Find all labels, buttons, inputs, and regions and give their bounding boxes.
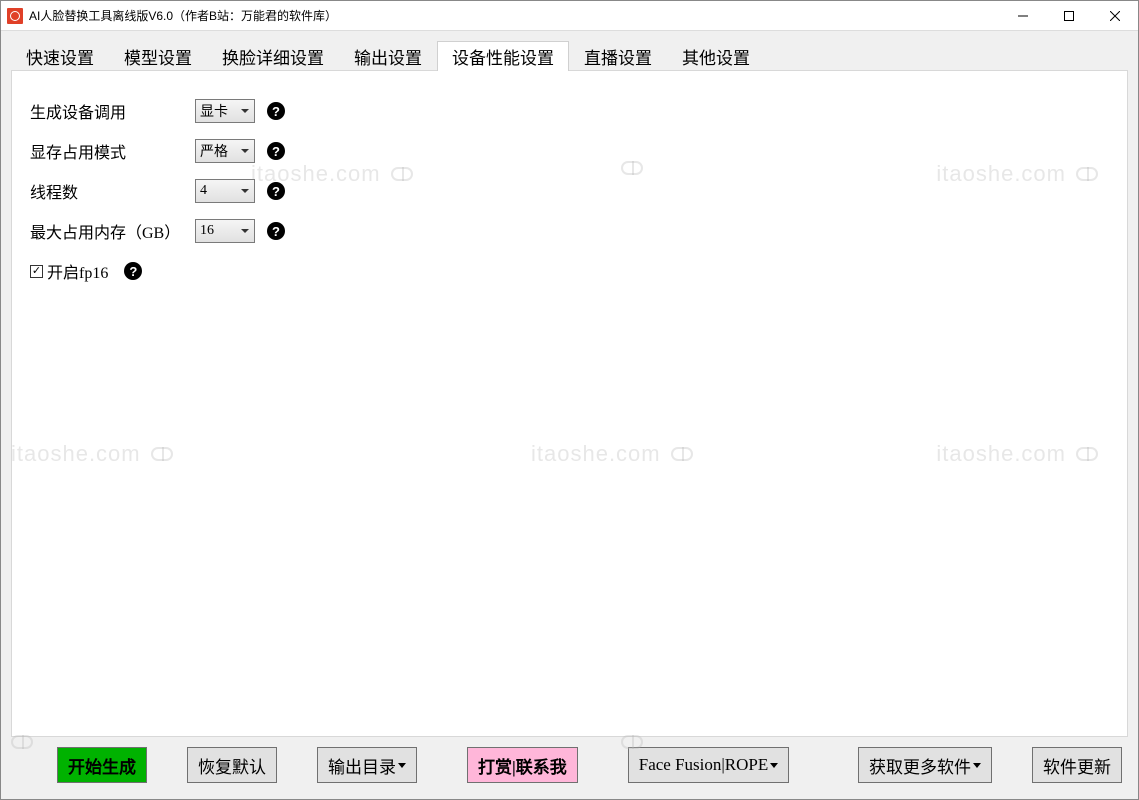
bottom-bar: 开始生成 恢复默认 输出目录 打赏|联系我 Face Fusion|ROPE 获…: [11, 737, 1128, 793]
maximize-button[interactable]: [1046, 1, 1092, 30]
combo-maxmem-value: 16: [200, 223, 214, 239]
reset-button[interactable]: 恢复默认: [187, 747, 277, 783]
help-icon[interactable]: ?: [267, 182, 285, 200]
window-controls: [1000, 1, 1138, 30]
minimize-button[interactable]: [1000, 1, 1046, 30]
combo-vram-value: 严格: [200, 141, 228, 161]
window-title: AI人脸替换工具离线版V6.0（作者B站：万能君的软件库）: [29, 7, 337, 24]
label-threads: 线程数: [30, 179, 195, 203]
combo-threads[interactable]: 4: [195, 179, 255, 203]
tab-output-settings[interactable]: 输出设置: [339, 41, 437, 71]
combo-device[interactable]: 显卡: [195, 99, 255, 123]
chevron-down-icon: [770, 763, 778, 768]
checkbox-fp16-wrapper[interactable]: ✓ 开启fp16: [30, 259, 108, 283]
app-icon: [7, 8, 23, 24]
help-icon[interactable]: ?: [124, 262, 142, 280]
row-device: 生成设备调用 显卡 ?: [30, 91, 1109, 131]
label-vram: 显存占用模式: [30, 139, 195, 163]
combo-maxmem[interactable]: 16: [195, 219, 255, 243]
tab-swap-details[interactable]: 换脸详细设置: [207, 41, 339, 71]
help-icon[interactable]: ?: [267, 102, 285, 120]
label-maxmem: 最大占用内存（GB）: [30, 219, 195, 243]
tab-content: 生成设备调用 显卡 ? 显存占用模式 严格 ? 线程数 4 ? 最大占用内存（G…: [11, 70, 1128, 737]
more-software-button[interactable]: 获取更多软件: [858, 747, 992, 783]
label-device: 生成设备调用: [30, 99, 195, 123]
checkbox-fp16[interactable]: ✓: [30, 265, 43, 278]
facefusion-button[interactable]: Face Fusion|ROPE: [628, 747, 790, 783]
tab-model-settings[interactable]: 模型设置: [109, 41, 207, 71]
close-button[interactable]: [1092, 1, 1138, 30]
client-area: itaoshe.com itaoshe.com itaoshe.com itao…: [1, 31, 1138, 799]
tab-bar: 快速设置 模型设置 换脸详细设置 输出设置 设备性能设置 直播设置 其他设置: [11, 41, 1128, 71]
update-button[interactable]: 软件更新: [1032, 747, 1122, 783]
outdir-button[interactable]: 输出目录: [317, 747, 417, 783]
help-icon[interactable]: ?: [267, 142, 285, 160]
row-threads: 线程数 4 ?: [30, 171, 1109, 211]
row-maxmem: 最大占用内存（GB） 16 ?: [30, 211, 1109, 251]
tab-device-perf[interactable]: 设备性能设置: [437, 41, 569, 71]
tab-quick-settings[interactable]: 快速设置: [11, 41, 109, 71]
chevron-down-icon: [398, 763, 406, 768]
combo-vram[interactable]: 严格: [195, 139, 255, 163]
label-fp16: 开启fp16: [47, 259, 108, 283]
combo-device-value: 显卡: [200, 101, 228, 121]
row-fp16: ✓ 开启fp16 ?: [30, 251, 1109, 291]
start-button[interactable]: 开始生成: [57, 747, 147, 783]
chevron-down-icon: [973, 763, 981, 768]
tab-other-settings[interactable]: 其他设置: [667, 41, 765, 71]
titlebar: AI人脸替换工具离线版V6.0（作者B站：万能君的软件库）: [1, 1, 1138, 31]
donate-button[interactable]: 打赏|联系我: [467, 747, 578, 783]
row-vram: 显存占用模式 严格 ?: [30, 131, 1109, 171]
tab-live-settings[interactable]: 直播设置: [569, 41, 667, 71]
combo-threads-value: 4: [200, 183, 207, 199]
help-icon[interactable]: ?: [267, 222, 285, 240]
